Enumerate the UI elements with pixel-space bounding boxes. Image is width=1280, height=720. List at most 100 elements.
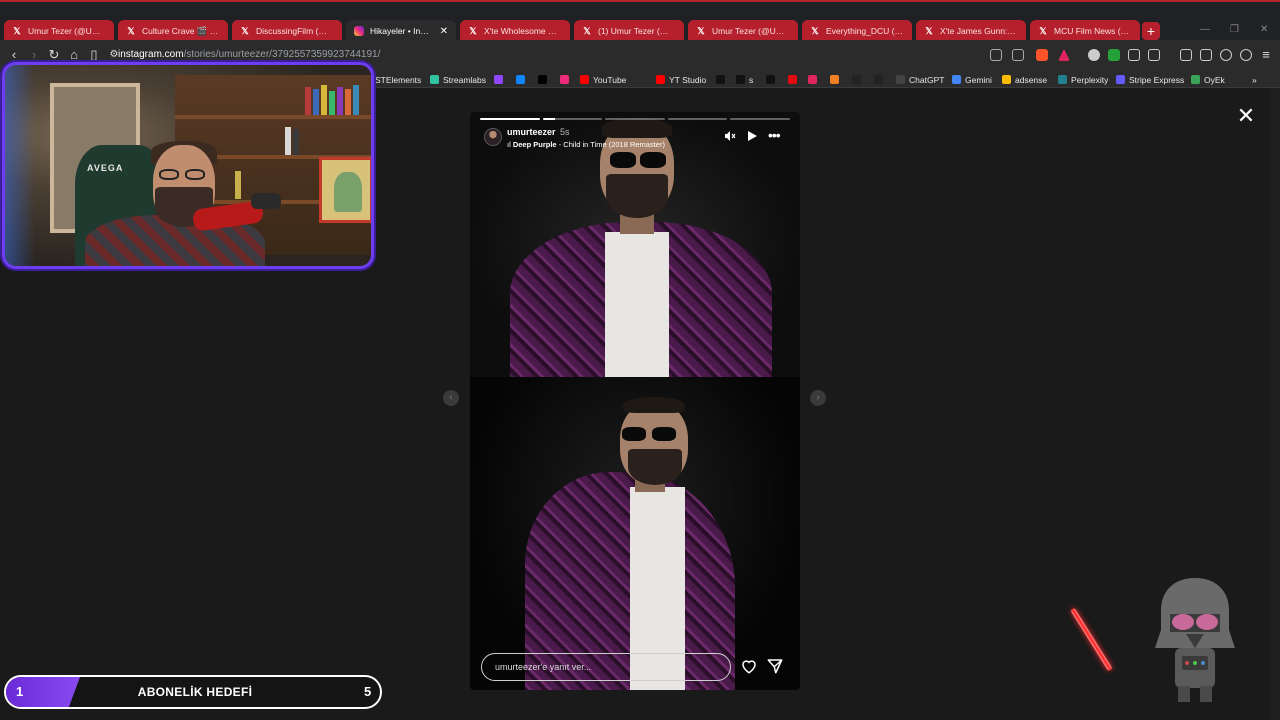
music-artist: Deep Purple (512, 140, 557, 149)
forward-icon[interactable]: › (26, 47, 42, 63)
bookmark-label: Perplexity (1071, 74, 1109, 85)
minimize-icon[interactable]: — (1200, 24, 1210, 35)
bookmark-favicon-icon (1191, 75, 1200, 84)
browser-tab[interactable]: Hikayeler • Instagr ✕ (346, 20, 456, 42)
browser-tab-strip: 𝕏 Umur Tezer (@Umurte 𝕏 Culture Crave 🎬 (@C… (0, 0, 1280, 42)
story-music[interactable]: ıl Deep Purple - Child in Time (2018 Rem… (507, 140, 665, 149)
previous-story-icon[interactable]: ‹ (443, 390, 459, 406)
reply-input[interactable]: umurteezer'e yanıt ver... (481, 653, 731, 681)
extension-2-icon[interactable] (1108, 49, 1120, 61)
bookmark-item[interactable]: ChatGPT (896, 73, 944, 86)
new-tab-button[interactable]: + (1142, 22, 1160, 40)
bookmark-item[interactable] (516, 73, 529, 86)
bookmark-label: s (749, 74, 754, 85)
story-progress-bar (480, 118, 790, 120)
bookmark-favicon-icon (808, 75, 817, 84)
close-window-icon[interactable]: ✕ (1260, 24, 1268, 35)
browser-tab[interactable]: 𝕏 X'te Wholesome Side (460, 20, 570, 42)
next-story-icon[interactable]: › (810, 390, 826, 406)
bookmark-favicon-icon (1058, 75, 1067, 84)
browser-tab[interactable]: 𝕏 Umur Tezer (@Umurte (688, 20, 798, 42)
bookmark-item[interactable] (852, 73, 865, 86)
progress-segment (542, 118, 603, 120)
browser-tab[interactable]: 𝕏 (1) Umur Tezer (@Um (574, 20, 684, 42)
bookmark-icon[interactable]: ▯ (86, 47, 102, 63)
play-icon[interactable] (746, 130, 758, 145)
bookmark-favicon-icon (874, 75, 883, 84)
story-timestamp: 5s (560, 127, 570, 137)
tab-title: X'te James Gunn: "In c (940, 26, 1018, 36)
extensions-icon[interactable] (1128, 49, 1140, 61)
tab-title: (1) Umur Tezer (@Um (598, 26, 676, 36)
bookmark-item[interactable] (808, 73, 821, 86)
tab-title: Culture Crave 🎬 (@C (142, 25, 220, 36)
more-bookmarks-icon[interactable]: » (1252, 73, 1257, 86)
bookmark-item[interactable]: Perplexity (1058, 73, 1108, 86)
page-scrollbar[interactable] (1270, 88, 1280, 720)
browser-tab[interactable]: 𝕏 Umur Tezer (@Umurte (4, 20, 114, 42)
browser-tab[interactable]: 𝕏 DiscussingFilm (@Dis (232, 20, 342, 42)
tab-title: X'te Wholesome Side (484, 26, 562, 36)
reload-icon[interactable]: ↻ (46, 47, 62, 63)
close-icon[interactable]: ✕ (1236, 105, 1256, 127)
bookmark-favicon-icon (852, 75, 861, 84)
restore-icon[interactable]: ❐ (1230, 24, 1239, 35)
tab-title: Hikayeler • Instagr (370, 26, 432, 36)
vpn-icon[interactable] (1240, 49, 1252, 61)
bookmark-item[interactable] (494, 73, 507, 86)
bookmark-favicon-icon (430, 75, 439, 84)
bookmark-label: YT Studio (669, 74, 707, 85)
brave-shield-icon[interactable] (1036, 49, 1048, 61)
brave-rewards-icon[interactable] (1058, 49, 1070, 61)
bookmark-favicon-icon (560, 75, 569, 84)
bookmark-item[interactable]: YouTube (580, 73, 626, 86)
browser-tab[interactable]: 𝕏 MCU Film News (@MC (1030, 20, 1140, 42)
sidebar-icon[interactable] (1180, 49, 1192, 61)
avatar[interactable] (484, 128, 502, 146)
story-viewer[interactable]: umurteezer 5s ıl Deep Purple - Child in … (470, 112, 800, 690)
tab-close-icon[interactable]: ✕ (440, 26, 448, 37)
bookmark-label: Stripe Express (1129, 74, 1185, 85)
bookmark-item[interactable]: Streamlabs (430, 73, 486, 86)
mute-icon[interactable] (724, 130, 736, 145)
share-icon[interactable] (1012, 49, 1024, 61)
bookmark-item[interactable] (788, 73, 801, 86)
bookmark-label: Gemini (965, 74, 992, 85)
extension-1-icon[interactable] (1088, 49, 1100, 61)
bookmark-item[interactable]: s (736, 73, 753, 86)
bookmark-item[interactable]: Gemini (952, 73, 992, 86)
heart-icon[interactable] (740, 657, 758, 675)
bookmark-item[interactable]: OyEk (1191, 73, 1225, 86)
bookmark-item[interactable]: Stripe Express (1116, 73, 1184, 86)
more-options-icon[interactable]: ••• (768, 127, 781, 143)
progress-segment (480, 118, 540, 120)
tab-title: Umur Tezer (@Umurte (28, 26, 106, 36)
bookmark-item[interactable]: YT Studio (656, 73, 706, 86)
bookmark-favicon-icon (716, 75, 725, 84)
leo-ai-icon[interactable] (1220, 49, 1232, 61)
browser-tab[interactable]: 𝕏 Everything_DCU (@Ev (802, 20, 912, 42)
menu-icon[interactable]: ≡ (1258, 47, 1274, 63)
home-icon[interactable]: ⌂ (66, 47, 82, 63)
bookmark-item[interactable] (538, 73, 551, 86)
browser-tab[interactable]: 𝕏 Culture Crave 🎬 (@C (118, 20, 228, 42)
bookmark-item[interactable] (874, 73, 887, 86)
bookmark-favicon-icon (736, 75, 745, 84)
bookmark-item[interactable] (766, 73, 779, 86)
bookmark-favicon-icon (656, 75, 665, 84)
x-logo-icon: 𝕏 (811, 25, 819, 36)
bookmark-label: Streamlabs (443, 74, 486, 85)
browser-tab[interactable]: 𝕏 X'te James Gunn: "In c (916, 20, 1026, 42)
back-icon[interactable]: ‹ (6, 47, 22, 63)
extension-3-icon[interactable] (1148, 49, 1160, 61)
bookmark-item[interactable] (560, 73, 573, 86)
story-username[interactable]: umurteezer (507, 127, 556, 137)
bookmark-item[interactable] (716, 73, 729, 86)
bookmark-item[interactable]: adsense (1002, 73, 1047, 86)
tab-title: Umur Tezer (@Umurte (712, 26, 790, 36)
send-icon[interactable] (766, 657, 784, 675)
wallet-icon[interactable] (1200, 49, 1212, 61)
cast-icon[interactable] (990, 49, 1002, 61)
tab-title: MCU Film News (@MC (1054, 26, 1132, 36)
bookmark-item[interactable] (830, 73, 843, 86)
